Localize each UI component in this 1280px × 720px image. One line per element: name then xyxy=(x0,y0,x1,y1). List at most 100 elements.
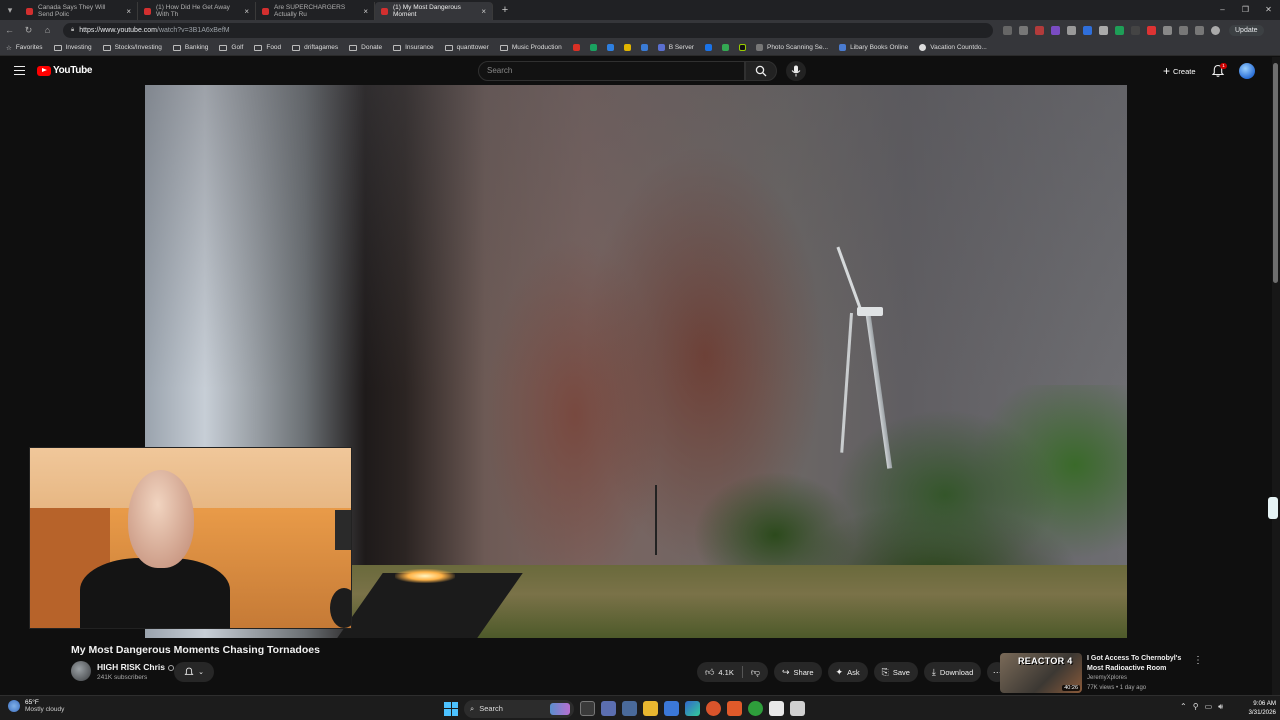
widgets-icon[interactable] xyxy=(622,701,637,716)
page-scrollbar[interactable] xyxy=(1272,57,1280,695)
volume-icon[interactable]: 🔊︎ xyxy=(1218,702,1223,712)
close-tab-icon[interactable]: × xyxy=(122,7,131,16)
app-icon[interactable] xyxy=(790,701,805,716)
menu-icon[interactable] xyxy=(14,66,25,75)
recommended-thumbnail[interactable]: REACTOR 4 40:26 xyxy=(1000,653,1082,693)
like-button[interactable]: 👍︎ 4.1K xyxy=(697,662,742,682)
recommended-title[interactable]: I Got Access To Chernobyl's Most Radioac… xyxy=(1087,654,1192,673)
extension-icon[interactable] xyxy=(1002,25,1012,35)
xbox-icon[interactable] xyxy=(748,701,763,716)
taskbar-search[interactable]: ⌕ Search xyxy=(464,699,574,718)
bookmark-folder[interactable]: Investing xyxy=(53,44,92,51)
channel-name-row[interactable]: HIGH RISK Chris xyxy=(97,662,175,672)
voice-search-button[interactable] xyxy=(786,61,806,81)
create-button[interactable]: + Create xyxy=(1157,63,1202,79)
tab-actions-icon[interactable]: ▾ xyxy=(0,0,20,20)
browser-tab[interactable]: (1) How Did He Get Away With Th × xyxy=(138,2,256,20)
network-icon[interactable]: ▭ xyxy=(1205,702,1213,712)
bookmark-vacation-countdown[interactable]: Vacation Countdo... xyxy=(919,44,987,51)
extension-icon[interactable] xyxy=(1114,25,1124,35)
bookmark-folder[interactable]: driftagames xyxy=(292,44,338,51)
weather-widget[interactable]: 65°F Mostly cloudy xyxy=(8,699,64,713)
extension-icon[interactable] xyxy=(1034,25,1044,35)
restore-icon[interactable]: ❐ xyxy=(1234,0,1257,20)
calculator-icon[interactable] xyxy=(664,701,679,716)
show-hidden-icons-icon[interactable]: ⌃ xyxy=(1180,702,1187,712)
extension-icon[interactable] xyxy=(1146,25,1156,35)
new-tab-button[interactable]: + xyxy=(497,4,513,16)
bookmark-phone[interactable] xyxy=(589,44,601,51)
subscription-bell-button[interactable]: ⌄ xyxy=(174,662,214,682)
bookmark-site[interactable] xyxy=(704,44,716,51)
bookmark-folder[interactable]: Music Production xyxy=(499,44,562,51)
channel-avatar[interactable] xyxy=(71,661,91,681)
profile-avatar-icon[interactable] xyxy=(1210,25,1220,35)
bookmark-site[interactable] xyxy=(623,44,635,51)
bookmark-site[interactable] xyxy=(738,44,750,51)
search-input[interactable]: Search xyxy=(478,61,745,81)
file-explorer-icon[interactable] xyxy=(643,701,658,716)
extension-icon[interactable] xyxy=(1082,25,1092,35)
extension-icon[interactable] xyxy=(1098,25,1108,35)
extension-icon[interactable] xyxy=(1050,25,1060,35)
minimize-icon[interactable]: – xyxy=(1211,0,1234,20)
bookmark-site[interactable] xyxy=(640,44,652,51)
ask-button[interactable]: ✦ Ask xyxy=(827,662,868,682)
download-button[interactable]: ⤓ Download xyxy=(923,662,982,682)
bookmark-folder[interactable]: Insurance xyxy=(393,44,434,51)
bookmark-photo-scanning[interactable]: Photo Scanning Se... xyxy=(755,44,828,51)
bookmark-folder[interactable]: Food xyxy=(254,44,281,51)
browser-tab[interactable]: Are SUPERCHARGERS Actually Ru × xyxy=(256,2,375,20)
bookmark-library-books[interactable]: Libary Books Online xyxy=(839,44,908,51)
firefox-icon[interactable] xyxy=(706,701,721,716)
settings-icon[interactable] xyxy=(601,701,616,716)
brave-icon[interactable] xyxy=(727,701,742,716)
dislike-button[interactable]: 👎︎ xyxy=(743,662,768,682)
bookmark-gmail[interactable] xyxy=(572,44,584,51)
bookmark-folder[interactable]: Banking xyxy=(172,44,208,51)
bookmark-folder[interactable]: Stocks/Investing xyxy=(102,44,162,51)
bookmark-folder[interactable]: Golf xyxy=(219,44,243,51)
clock[interactable]: 9:06 AM 3/31/2026 xyxy=(1238,699,1276,717)
bookmark-site[interactable] xyxy=(721,44,733,51)
extension-icon[interactable] xyxy=(1066,25,1076,35)
save-button[interactable]: ⎘ Save xyxy=(873,662,918,682)
update-button[interactable]: Update xyxy=(1229,24,1264,36)
bookmark-favorites[interactable]: ☆ Favorites xyxy=(6,44,43,52)
side-widget-icon[interactable] xyxy=(1268,497,1278,519)
task-view-icon[interactable] xyxy=(580,701,595,716)
extension-icon[interactable] xyxy=(1178,25,1188,35)
bookmark-folder[interactable]: quanttower xyxy=(444,44,489,51)
home-icon[interactable]: ⌂ xyxy=(38,25,57,35)
browser-tab-active[interactable]: (1) My Most Dangerous Moment × xyxy=(375,2,493,20)
folder-icon xyxy=(444,44,453,51)
extension-icon[interactable] xyxy=(1162,25,1172,35)
calendar-icon[interactable] xyxy=(769,701,784,716)
bookmark-folder[interactable]: Donate xyxy=(349,44,382,51)
kebab-menu-icon[interactable]: ⋮ xyxy=(1193,655,1203,666)
location-icon[interactable]: ⚲ xyxy=(1193,702,1199,712)
bell-icon xyxy=(184,667,194,675)
close-tab-icon[interactable]: × xyxy=(477,7,486,16)
close-tab-icon[interactable]: × xyxy=(359,7,368,16)
edge-browser-icon[interactable] xyxy=(685,701,700,716)
extension-icon[interactable] xyxy=(1130,25,1140,35)
close-tab-icon[interactable]: × xyxy=(240,7,249,16)
search-button[interactable] xyxy=(745,61,777,81)
browser-tab[interactable]: Canada Says They Will Send Polic × xyxy=(20,2,138,20)
refresh-icon[interactable]: ↻ xyxy=(19,25,38,36)
recommended-channel[interactable]: JeremyXplores xyxy=(1087,675,1127,681)
url-field[interactable]: 🔒︎ https://www.youtube.com/watch?v=3B1A6… xyxy=(63,22,993,38)
extension-icon[interactable] xyxy=(1018,25,1028,35)
windows-start-icon[interactable] xyxy=(444,701,458,716)
bookmark-label: driftagames xyxy=(304,44,339,51)
scrollbar-thumb[interactable] xyxy=(1273,63,1278,283)
extension-icon[interactable] xyxy=(1194,25,1204,35)
account-avatar[interactable] xyxy=(1239,63,1255,79)
youtube-logo[interactable]: YouTube xyxy=(37,65,93,76)
bookmark-b-server[interactable]: B Server xyxy=(657,44,694,51)
close-window-icon[interactable]: ✕ xyxy=(1257,0,1280,20)
back-icon[interactable]: ← xyxy=(0,25,19,35)
bookmark-site[interactable] xyxy=(606,44,618,51)
share-button[interactable]: ↪ Share xyxy=(773,662,822,682)
